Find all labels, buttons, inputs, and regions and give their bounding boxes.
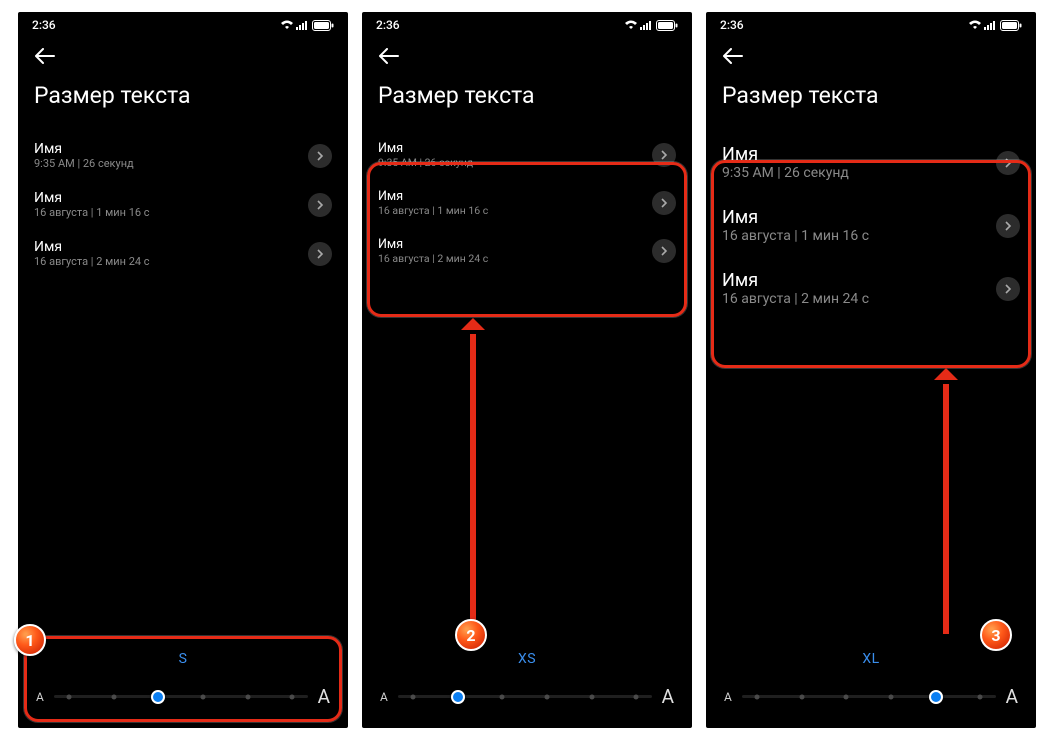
item-name: Имя (722, 207, 869, 228)
size-slider[interactable] (54, 686, 308, 708)
list-item[interactable]: Имя 16 августа | 2 мин 24 с (18, 229, 348, 278)
battery-icon (1000, 20, 1022, 31)
list-item[interactable]: Имя 16 августа | 1 мин 16 с (362, 179, 692, 227)
status-icons (968, 20, 1022, 31)
annotation-arrow (470, 334, 476, 634)
list-item[interactable]: Имя 9:35 AM | 26 секунд (362, 131, 692, 179)
chevron-right-icon[interactable] (308, 144, 332, 168)
item-name: Имя (378, 141, 473, 156)
chevron-right-icon[interactable] (996, 151, 1020, 175)
item-name: Имя (34, 190, 150, 206)
chevron-right-icon[interactable] (308, 193, 332, 217)
status-bar: 2:36 (18, 12, 348, 38)
annotation-badge-1: 1 (14, 624, 46, 656)
status-time: 2:36 (376, 18, 400, 32)
item-name: Имя (34, 239, 150, 255)
item-name: Имя (378, 237, 488, 252)
battery-icon (312, 20, 334, 31)
size-slider[interactable] (742, 686, 996, 708)
list-item[interactable]: Имя 9:35 AM | 26 секунд (18, 131, 348, 180)
chevron-right-icon[interactable] (652, 143, 676, 167)
back-arrow-icon[interactable] (34, 48, 56, 64)
slider-thumb[interactable] (451, 690, 465, 704)
preview-list: Имя 9:35 AM | 26 секунд Имя 16 августа |… (362, 131, 692, 728)
size-slider-area: S A A (18, 651, 348, 728)
size-slider[interactable] (398, 686, 652, 708)
back-arrow-icon[interactable] (722, 48, 744, 64)
wifi-icon (280, 20, 294, 30)
back-row (18, 38, 348, 70)
list-item[interactable]: Имя 16 августа | 1 мин 16 с (706, 194, 1036, 257)
wifi-icon (968, 20, 982, 30)
back-row (706, 38, 1036, 70)
phone-screen-1: 2:36 Размер текста Имя 9:35 AM | 26 секу… (18, 12, 348, 728)
item-name: Имя (34, 141, 134, 157)
list-item[interactable]: Имя 9:35 AM | 26 секунд (706, 131, 1036, 194)
signal-icon (296, 20, 310, 30)
page-title: Размер текста (362, 70, 692, 131)
signal-icon (984, 20, 998, 30)
status-icons (280, 20, 334, 31)
item-sub: 16 августа | 1 мин 16 с (722, 228, 869, 244)
slider-small-a: A (380, 690, 388, 704)
slider-big-a: A (318, 685, 330, 708)
slider-small-a: A (724, 690, 732, 704)
item-sub: 9:35 AM | 26 секунд (34, 157, 134, 170)
item-sub: 9:35 AM | 26 секунд (378, 156, 473, 169)
back-row (362, 38, 692, 70)
status-bar: 2:36 (362, 12, 692, 38)
chevron-right-icon[interactable] (308, 242, 332, 266)
slider-thumb[interactable] (929, 690, 943, 704)
list-item[interactable]: Имя 16 августа | 2 мин 24 с (362, 227, 692, 275)
item-sub: 9:35 AM | 26 секунд (722, 165, 849, 181)
battery-icon (656, 20, 678, 31)
wifi-icon (624, 20, 638, 30)
phone-screen-3: 2:36 Размер текста Имя 9:35 AM | 26 секу… (706, 12, 1036, 728)
slider-big-a: A (1006, 685, 1018, 708)
page-title: Размер текста (706, 70, 1036, 131)
status-time: 2:36 (32, 18, 56, 32)
page-title: Размер текста (18, 70, 348, 131)
item-name: Имя (722, 270, 869, 291)
item-sub: 16 августа | 1 мин 16 с (378, 204, 488, 217)
status-icons (624, 20, 678, 31)
status-bar: 2:36 (706, 12, 1036, 38)
item-sub: 16 августа | 2 мин 24 с (34, 255, 150, 268)
item-name: Имя (722, 144, 849, 165)
phone-screen-2: 2:36 Размер текста Имя 9:35 AM | 26 секу… (362, 12, 692, 728)
annotation-arrow (943, 384, 949, 634)
chevron-right-icon[interactable] (652, 191, 676, 215)
status-time: 2:36 (720, 18, 744, 32)
chevron-right-icon[interactable] (996, 214, 1020, 238)
item-name: Имя (378, 189, 488, 204)
slider-big-a: A (662, 685, 674, 708)
chevron-right-icon[interactable] (652, 239, 676, 263)
back-arrow-icon[interactable] (378, 48, 400, 64)
list-item[interactable]: Имя 16 августа | 2 мин 24 с (706, 257, 1036, 320)
size-label: S (36, 651, 330, 667)
item-sub: 16 августа | 2 мин 24 с (722, 291, 869, 307)
annotation-badge-3: 3 (980, 619, 1012, 651)
slider-small-a: A (36, 690, 44, 704)
preview-list: Имя 9:35 AM | 26 секунд Имя 16 августа |… (18, 131, 348, 728)
list-item[interactable]: Имя 16 августа | 1 мин 16 с (18, 180, 348, 229)
size-label: XS (380, 651, 674, 667)
signal-icon (640, 20, 654, 30)
size-slider-area: XS A A (362, 651, 692, 728)
item-sub: 16 августа | 2 мин 24 с (378, 252, 488, 265)
chevron-right-icon[interactable] (996, 277, 1020, 301)
size-slider-area: XL A A (706, 651, 1036, 728)
size-label: XL (724, 651, 1018, 667)
slider-thumb[interactable] (151, 690, 165, 704)
annotation-badge-2: 2 (455, 619, 487, 651)
item-sub: 16 августа | 1 мин 16 с (34, 206, 150, 219)
